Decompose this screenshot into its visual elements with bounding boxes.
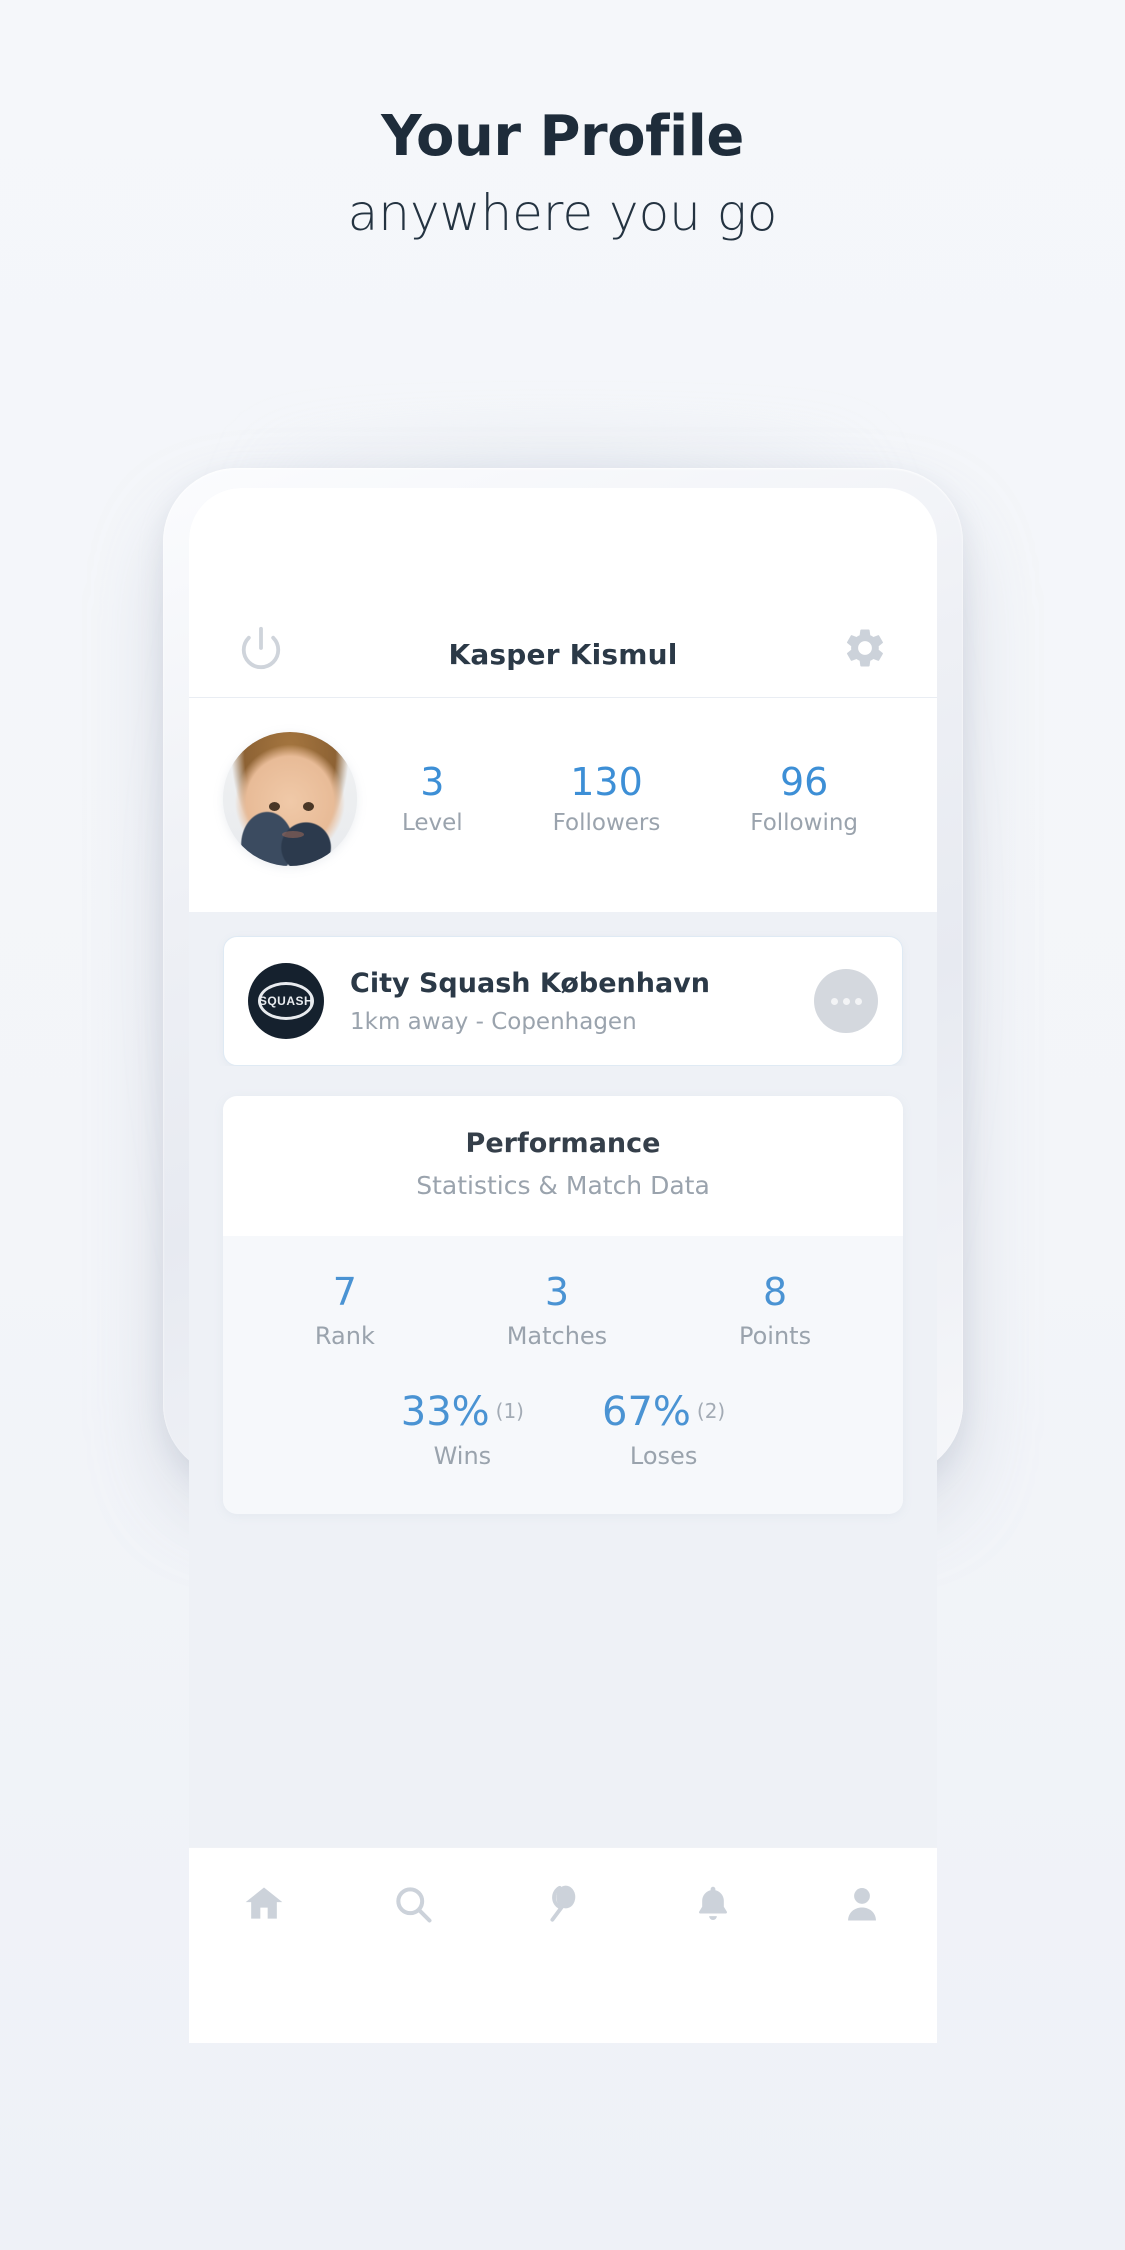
stat-rank: 7 Rank — [314, 1270, 375, 1350]
avatar-image — [223, 732, 357, 866]
club-info: City Squash København 1km away - Copenha… — [324, 967, 814, 1035]
stat-value: 8 — [762, 1270, 788, 1314]
stat-value: 7 — [332, 1270, 357, 1314]
search-icon — [396, 1887, 432, 1923]
power-icon — [241, 626, 281, 670]
avatar-eye-right — [303, 801, 315, 811]
stat-followers[interactable]: 130 Followers — [552, 760, 661, 836]
stat-label: Loses — [629, 1441, 698, 1470]
stat-points: 8 Points — [739, 1270, 812, 1350]
club-more-button[interactable] — [814, 969, 878, 1033]
app-header: Kasper Kismul — [189, 488, 937, 698]
stat-value: 96 — [779, 760, 829, 805]
performance-primary-stats: 7 Rank 3 Matches 8 Points — [249, 1270, 877, 1350]
club-card[interactable]: SQUASH City Squash København 1km away - … — [223, 936, 903, 1066]
performance-ratio-stats: 33% (1) Wins 67% (2) Loses — [249, 1390, 877, 1470]
stat-label: Level — [401, 809, 463, 836]
stat-value: 67% — [602, 1388, 691, 1435]
stat-label: Rank — [314, 1321, 375, 1350]
page-root: Your Profile anywhere you go Kasper Kism… — [0, 0, 1125, 2250]
club-section: SQUASH City Squash København 1km away - … — [189, 912, 937, 1066]
stat-label: Followers — [552, 809, 661, 836]
stat-matches: 3 Matches — [506, 1270, 608, 1350]
phone-mockup: Kasper Kismul 3 Level 130 Followers 96 F… — [163, 468, 963, 2043]
header-title: Kasper Kismul — [448, 638, 678, 671]
bottom-navigation — [189, 1847, 937, 2043]
stat-label: Points — [739, 1321, 812, 1350]
performance-subtitle: Statistics & Match Data — [416, 1171, 710, 1200]
nav-item-profile[interactable] — [817, 1882, 907, 1926]
nav-item-play[interactable] — [518, 1882, 608, 1926]
stat-label: Wins — [433, 1441, 492, 1470]
profile-stats: 3 Level 130 Followers 96 Following — [357, 760, 903, 836]
stat-label: Matches — [506, 1321, 608, 1350]
stat-value: 3 — [420, 760, 445, 805]
home-icon — [245, 1887, 283, 1919]
nav-item-notifications[interactable] — [668, 1882, 758, 1926]
nav-item-search[interactable] — [368, 1882, 458, 1926]
page-subtitle: anywhere you go — [347, 183, 778, 242]
stat-wins: 33% (1) Wins — [401, 1390, 524, 1470]
dot-icon — [830, 997, 838, 1005]
avatar[interactable] — [223, 732, 357, 866]
performance-card: Performance Statistics & Match Data 7 Ra… — [223, 1096, 903, 1514]
performance-title: Performance — [465, 1128, 661, 1159]
performance-header: Performance Statistics & Match Data — [223, 1096, 903, 1236]
bell-icon — [698, 1886, 727, 1920]
stat-value: 3 — [544, 1270, 570, 1314]
phone-screen: Kasper Kismul 3 Level 130 Followers 96 F… — [189, 488, 937, 2043]
club-subtitle: 1km away - Copenhagen — [350, 1008, 637, 1035]
club-logo-ring: SQUASH — [258, 982, 314, 1020]
stat-value: 130 — [570, 760, 643, 805]
racket-icon — [550, 1885, 576, 1922]
power-button[interactable] — [225, 625, 297, 671]
stat-count: (2) — [696, 1399, 726, 1424]
profile-summary: 3 Level 130 Followers 96 Following — [189, 698, 937, 912]
club-logo-icon: SQUASH — [248, 963, 324, 1039]
stat-label: Following — [750, 809, 859, 836]
dot-icon — [854, 997, 862, 1005]
marketing-headline: Your Profile anywhere you go — [0, 104, 1125, 242]
club-name: City Squash København — [350, 968, 711, 1000]
club-logo-text: SQUASH — [258, 994, 314, 1008]
settings-button[interactable] — [829, 625, 901, 671]
stat-loses: 67% (2) Loses — [602, 1390, 725, 1470]
dot-icon — [842, 997, 850, 1005]
performance-body: 7 Rank 3 Matches 8 Points 33% (1) Wins 6… — [223, 1236, 903, 1514]
nav-item-home[interactable] — [219, 1882, 309, 1926]
person-icon — [848, 1888, 877, 1921]
stat-following[interactable]: 96 Following — [750, 760, 859, 836]
stat-count: (1) — [495, 1399, 524, 1424]
stat-level[interactable]: 3 Level — [401, 760, 463, 836]
performance-section: Performance Statistics & Match Data 7 Ra… — [189, 1066, 937, 1514]
gear-icon — [847, 629, 883, 667]
avatar-eye-left — [268, 801, 280, 811]
page-title: Your Profile — [381, 104, 744, 169]
stat-value: 33% — [400, 1388, 490, 1435]
